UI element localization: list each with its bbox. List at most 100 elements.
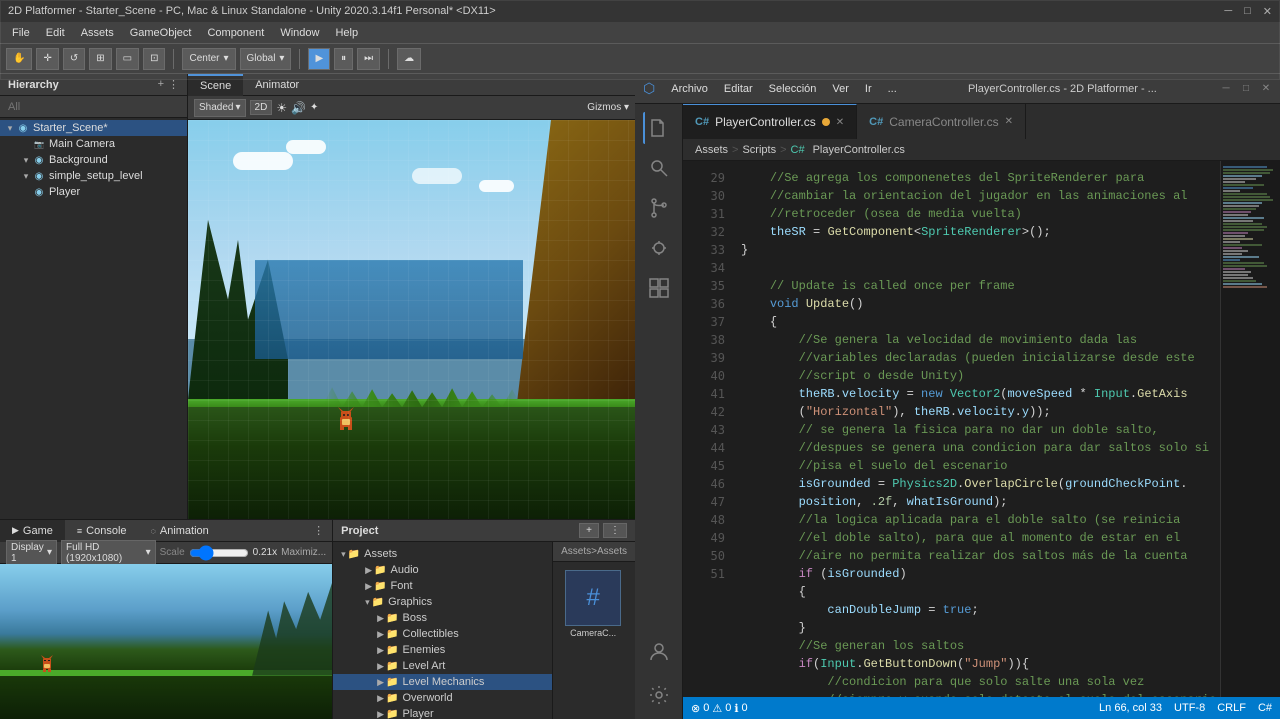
activity-search[interactable] <box>643 152 675 184</box>
vscode-menu-more[interactable]: ... <box>880 83 905 95</box>
folder-font[interactable]: ▶ 📁 Font <box>333 578 552 594</box>
folder-boss[interactable]: ▶ 📁 Boss <box>333 610 552 626</box>
tab-game[interactable]: ▶ Game <box>0 520 65 542</box>
scene-2d-btn[interactable]: 2D <box>250 100 273 115</box>
project-more-btn[interactable]: ⋮ <box>603 523 627 538</box>
rect-tool[interactable]: ▭ <box>116 48 139 70</box>
tab-camera-controller[interactable]: C# CameraController.cs ✕ <box>857 104 1026 139</box>
hierarchy-item-level[interactable]: ▾ ◉ simple_setup_level <box>0 168 187 184</box>
activity-debug[interactable] <box>643 232 675 264</box>
pause-button[interactable]: ⏸ <box>334 48 353 70</box>
scene-fx-btn[interactable]: ✦ <box>310 102 318 113</box>
enemies-folder-icon: 📁 <box>386 645 398 656</box>
minimize-btn[interactable]: ─ <box>1224 5 1232 18</box>
folder-collectibles[interactable]: ▶ 📁 Collectibles <box>333 626 552 642</box>
menu-component[interactable]: Component <box>199 25 272 41</box>
scene-gizmos-btn[interactable]: Gizmos ▾ <box>587 102 629 113</box>
move-tool[interactable]: ✛ <box>36 48 58 70</box>
bc-scripts[interactable]: Scripts <box>742 144 776 156</box>
levelart-folder-icon: 📁 <box>386 661 398 672</box>
activity-extensions[interactable] <box>643 272 675 304</box>
folder-audio[interactable]: ▶ 📁 Audio <box>333 562 552 578</box>
activity-accounts[interactable] <box>643 635 675 667</box>
hierarchy-root[interactable]: ▾ ◉ Starter_Scene* <box>0 120 187 136</box>
activity-scm[interactable] <box>643 192 675 224</box>
vscode-maximize[interactable]: □ <box>1240 83 1252 95</box>
global-dropdown[interactable]: Global ▾ <box>240 48 292 70</box>
hierarchy-search[interactable] <box>0 96 187 118</box>
resolution-dropdown[interactable]: Full HD (1920x1080) ▾ <box>61 540 156 566</box>
vscode-minimize[interactable]: ─ <box>1220 83 1232 95</box>
vscode-menu-archivo[interactable]: Archivo <box>663 83 716 95</box>
folder-levelart[interactable]: ▶ 📁 Level Art <box>333 658 552 674</box>
vscode-menu-seleccion[interactable]: Selección <box>761 83 825 95</box>
close-btn[interactable]: ✕ <box>1263 5 1272 18</box>
maximize-btn[interactable]: □ <box>1244 5 1251 18</box>
status-position[interactable]: Ln 66, col 33 <box>1099 702 1162 714</box>
vscode-close[interactable]: ✕ <box>1260 83 1272 95</box>
project-add-btn[interactable]: + <box>579 523 599 538</box>
activity-explorer[interactable] <box>643 112 675 144</box>
folder-graphics[interactable]: ▾ 📁 Graphics <box>333 594 552 610</box>
hierarchy-item-camera[interactable]: 📷 Main Camera <box>0 136 187 152</box>
folder-levelmechanics[interactable]: ▶ 📁 Level Mechanics <box>333 674 552 690</box>
vscode-menu-editar[interactable]: Editar <box>716 83 761 95</box>
scene-audio-btn[interactable]: 🔊 <box>291 101 306 115</box>
bc-assets[interactable]: Assets <box>695 144 728 156</box>
status-encoding[interactable]: UTF-8 <box>1174 702 1205 714</box>
line-numbers: 29 30 31 32 33 34 35 36 <box>683 161 733 697</box>
menu-edit[interactable]: Edit <box>38 25 73 41</box>
tab-animator[interactable]: Animator <box>243 74 311 96</box>
status-language[interactable]: C# <box>1258 702 1272 714</box>
status-eol[interactable]: CRLF <box>1217 702 1246 714</box>
animation-icon: ◌ <box>151 526 156 536</box>
collab-button[interactable]: ☁ <box>397 48 421 70</box>
tab-close-1[interactable]: ✕ <box>836 117 844 128</box>
pivot-dropdown[interactable]: Center ▾ <box>182 48 235 70</box>
scene-light-btn[interactable]: ☀ <box>276 101 287 115</box>
info-icon: ℹ <box>734 702 738 715</box>
shaded-dropdown[interactable]: Shaded ▾ <box>194 99 246 117</box>
tab-player-controller[interactable]: C# PlayerController.cs ✕ <box>683 104 857 139</box>
scale-tool[interactable]: ⊞ <box>89 48 111 70</box>
code-content[interactable]: //Se agrega los componenetes del SpriteR… <box>733 161 1220 697</box>
cloud-3 <box>412 168 462 184</box>
shaded-label: Shaded <box>199 102 233 113</box>
vscode-menu-ir[interactable]: Ir <box>857 83 880 95</box>
menu-file[interactable]: File <box>4 25 38 41</box>
scene-view[interactable] <box>188 120 635 519</box>
tab-scene[interactable]: Scene <box>188 74 243 96</box>
menu-help[interactable]: Help <box>327 25 366 41</box>
maximize-label[interactable]: Maximiz... <box>281 547 326 558</box>
hierarchy-title: Hierarchy <box>8 79 59 91</box>
play-button[interactable]: ▶ <box>308 48 330 70</box>
asset-camerac[interactable]: # CameraC... <box>561 570 625 638</box>
tab-console[interactable]: ≡ Console <box>65 520 139 542</box>
menu-gameobject[interactable]: GameObject <box>122 25 200 41</box>
status-errors[interactable]: ⊗ 0 ⚠ 0 ℹ 0 <box>691 702 748 715</box>
console-label: Console <box>86 525 126 537</box>
scale-slider[interactable] <box>189 547 249 559</box>
folder-overworld[interactable]: ▶ 📁 Overworld <box>333 690 552 706</box>
hierarchy-more-btn[interactable]: ⋮ <box>168 78 179 91</box>
menu-window[interactable]: Window <box>272 25 327 41</box>
tab-more-btn[interactable]: ⋮ <box>305 524 332 537</box>
vscode-menu-ver[interactable]: Ver <box>824 83 857 95</box>
rotate-tool[interactable]: ↺ <box>63 48 85 70</box>
tab-animation[interactable]: ◌ Animation <box>139 520 221 542</box>
assets-root[interactable]: ▾ 📁 Assets <box>333 546 552 562</box>
step-button[interactable]: ⏭ <box>357 48 380 70</box>
hierarchy-item-background[interactable]: ▾ ◉ Background <box>0 152 187 168</box>
hand-tool[interactable]: ✋ <box>6 48 32 70</box>
tab-close-2[interactable]: ✕ <box>1005 116 1013 127</box>
hierarchy-item-player[interactable]: ◉ Player <box>0 184 187 200</box>
transform-tool[interactable]: ⊡ <box>143 48 165 70</box>
activity-settings[interactable] <box>643 679 675 711</box>
folder-enemies[interactable]: ▶ 📁 Enemies <box>333 642 552 658</box>
folder-player[interactable]: ▶ 📁 Player <box>333 706 552 719</box>
menu-assets[interactable]: Assets <box>73 25 122 41</box>
display-dropdown[interactable]: Display 1 ▾ <box>6 540 57 566</box>
hierarchy-add-btn[interactable]: + <box>158 78 164 91</box>
top-panels: Hierarchy + ⋮ ▾ ◉ Starter_Scene* <box>0 74 635 519</box>
global-arrow: ▾ <box>279 53 284 64</box>
